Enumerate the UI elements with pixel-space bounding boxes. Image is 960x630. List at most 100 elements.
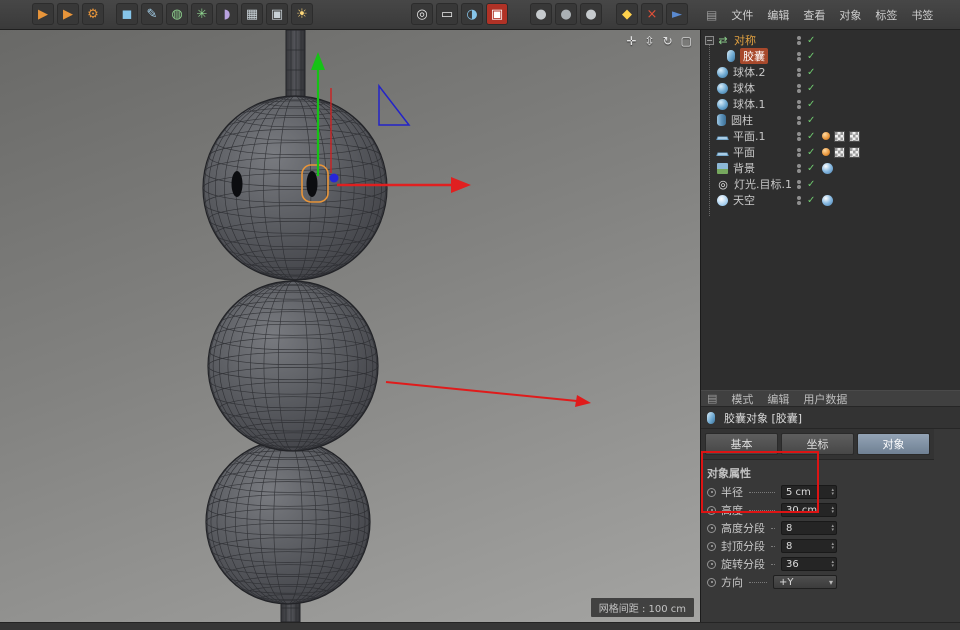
- panel-grid-icon[interactable]: ▤: [707, 392, 717, 405]
- object-row[interactable]: 球体.1✓: [701, 96, 960, 112]
- object-row[interactable]: 球体✓: [701, 80, 960, 96]
- stepper-arrows[interactable]: ▴▾: [831, 506, 834, 515]
- enabled-check-icon[interactable]: ✓: [807, 115, 822, 126]
- checker-tag-icon[interactable]: [834, 147, 845, 158]
- viewport-canvas[interactable]: [0, 30, 700, 622]
- stepper-arrows[interactable]: ▴▾: [831, 560, 834, 569]
- sphere-tex-tag-icon[interactable]: [822, 163, 833, 174]
- tab-坐标[interactable]: 坐标: [781, 433, 854, 455]
- value-field[interactable]: 30 cm▴▾: [781, 503, 837, 517]
- contrast-display-icon[interactable]: ◑: [461, 3, 483, 25]
- attr-menu-item-1[interactable]: 编辑: [767, 391, 789, 407]
- flat-sphere-icon[interactable]: ●: [580, 3, 602, 25]
- anim-dot-icon[interactable]: [707, 524, 716, 533]
- enabled-check-icon[interactable]: ✓: [807, 99, 822, 110]
- view-toggle-icon[interactable]: ▢: [681, 34, 692, 48]
- object-row[interactable]: 球体.2✓: [701, 64, 960, 80]
- object-row[interactable]: 平面✓: [701, 144, 960, 160]
- render-settings-icon[interactable]: ⚙: [82, 3, 104, 25]
- menu-item-1[interactable]: 编辑: [767, 7, 789, 23]
- enabled-check-icon[interactable]: ✓: [807, 35, 822, 46]
- wireframe-sphere[interactable]: [206, 439, 370, 605]
- visibility-dots[interactable]: [797, 67, 807, 78]
- value-field[interactable]: 8▴▾: [781, 521, 837, 535]
- enabled-check-icon[interactable]: ✓: [807, 163, 822, 174]
- wireframe-sphere-icon[interactable]: ●: [555, 3, 577, 25]
- render-picture-viewer-icon[interactable]: ▶: [57, 3, 79, 25]
- enabled-check-icon[interactable]: ✓: [807, 179, 822, 190]
- wireframe-sphere[interactable]: [208, 280, 378, 452]
- bridge-tool-icon[interactable]: ▦: [241, 3, 263, 25]
- menu-item-3[interactable]: 对象: [839, 7, 861, 23]
- checker-tag-icon[interactable]: [834, 131, 845, 142]
- attr-menu-item-2[interactable]: 用户数据: [803, 391, 847, 407]
- visibility-dots[interactable]: [797, 131, 807, 142]
- checker-tag-icon[interactable]: [849, 131, 860, 142]
- attr-menu-item-0[interactable]: 模式: [731, 391, 753, 407]
- visibility-dots[interactable]: [797, 147, 807, 158]
- stepper-arrows[interactable]: ▴▾: [831, 542, 834, 551]
- visibility-dots[interactable]: [797, 115, 807, 126]
- gizmo-center-handle[interactable]: [330, 174, 339, 183]
- visibility-dots[interactable]: [797, 179, 807, 190]
- visibility-dots[interactable]: [797, 99, 807, 110]
- anim-dot-icon[interactable]: [707, 488, 716, 497]
- menu-item-5[interactable]: 书签: [911, 7, 933, 23]
- dot-tag-icon[interactable]: [822, 148, 830, 156]
- anim-dot-icon[interactable]: [707, 560, 716, 569]
- visibility-dots[interactable]: [797, 195, 807, 206]
- visibility-dots[interactable]: [797, 35, 807, 46]
- magic-solo-icon[interactable]: ✳: [191, 3, 213, 25]
- object-row[interactable]: 平面.1✓: [701, 128, 960, 144]
- menu-item-2[interactable]: 查看: [803, 7, 825, 23]
- disable-snap-icon[interactable]: ×: [641, 3, 663, 25]
- checker-tag-icon[interactable]: [849, 147, 860, 158]
- target-mode-icon[interactable]: ◎: [411, 3, 433, 25]
- pen-tool-icon[interactable]: ✎: [141, 3, 163, 25]
- object-row[interactable]: 胶囊✓: [701, 48, 960, 64]
- value-field[interactable]: 8▴▾: [781, 539, 837, 553]
- stepper-arrows[interactable]: ▴▾: [831, 488, 834, 497]
- coordinate-system-icon[interactable]: ►: [666, 3, 688, 25]
- object-row[interactable]: −⇄对称✓: [701, 32, 960, 48]
- enabled-check-icon[interactable]: ✓: [807, 83, 822, 94]
- value-field[interactable]: 5 cm▴▾: [781, 485, 837, 499]
- dot-tag-icon[interactable]: [822, 132, 830, 140]
- enabled-check-icon[interactable]: ✓: [807, 147, 822, 158]
- axis-snap-icon[interactable]: ◆: [616, 3, 638, 25]
- view-pan-icon[interactable]: ✛: [626, 34, 636, 48]
- primitive-cube-icon[interactable]: ◼: [116, 3, 138, 25]
- visibility-dots[interactable]: [797, 51, 807, 62]
- stepper-arrows[interactable]: ▴▾: [831, 524, 834, 533]
- object-row[interactable]: 天空✓: [701, 192, 960, 208]
- wireframe-sphere[interactable]: [203, 95, 387, 281]
- light-tool-icon[interactable]: ☀: [291, 3, 313, 25]
- enabled-check-icon[interactable]: ✓: [807, 195, 822, 206]
- expand-toggle-icon[interactable]: −: [705, 36, 714, 45]
- object-row[interactable]: 圆柱✓: [701, 112, 960, 128]
- visibility-dots[interactable]: [797, 163, 807, 174]
- render-view-icon[interactable]: ▶: [32, 3, 54, 25]
- tab-对象[interactable]: 对象: [857, 433, 930, 455]
- visibility-dots[interactable]: [797, 83, 807, 94]
- menu-item-4[interactable]: 标签: [875, 7, 897, 23]
- enabled-check-icon[interactable]: ✓: [807, 51, 822, 62]
- motion-camera-icon[interactable]: ▣: [266, 3, 288, 25]
- panel-grid-icon[interactable]: ▤: [706, 8, 717, 22]
- sphere-tex-tag-icon[interactable]: [822, 195, 833, 206]
- anim-dot-icon[interactable]: [707, 542, 716, 551]
- enabled-check-icon[interactable]: ✓: [807, 131, 822, 142]
- anim-dot-icon[interactable]: [707, 506, 716, 515]
- menu-item-0[interactable]: 文件: [731, 7, 753, 23]
- enabled-check-icon[interactable]: ✓: [807, 67, 822, 78]
- tab-基本[interactable]: 基本: [705, 433, 778, 455]
- view-rotate-icon[interactable]: ↻: [663, 34, 673, 48]
- sculpt-tool-icon[interactable]: ◗: [216, 3, 238, 25]
- object-row[interactable]: ◎灯光.目标.1✓: [701, 176, 960, 192]
- shading-sphere-icon[interactable]: ●: [530, 3, 552, 25]
- capsule-display-icon[interactable]: ▭: [436, 3, 458, 25]
- paint-tool-icon[interactable]: ◍: [166, 3, 188, 25]
- object-row[interactable]: 背景✓: [701, 160, 960, 176]
- record-view-icon[interactable]: ▣: [486, 3, 508, 25]
- gizmo-plane-handle[interactable]: [379, 86, 409, 125]
